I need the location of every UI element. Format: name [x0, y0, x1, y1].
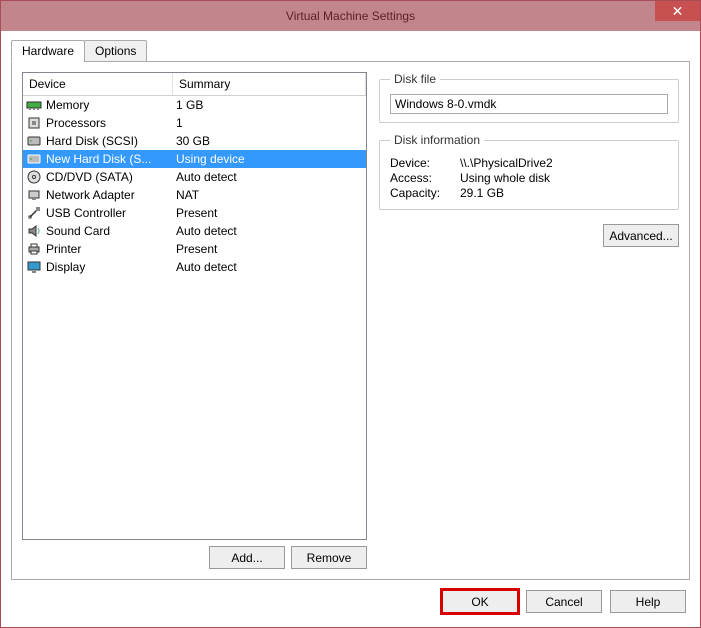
device-row[interactable]: Sound CardAuto detect	[23, 222, 366, 240]
device-row[interactable]: PrinterPresent	[23, 240, 366, 258]
column-device[interactable]: Device	[23, 73, 173, 95]
device-summary: 30 GB	[176, 134, 363, 148]
info-access-value: Using whole disk	[460, 171, 550, 185]
printer-icon	[26, 241, 42, 257]
info-capacity: Capacity: 29.1 GB	[390, 186, 668, 200]
cancel-button[interactable]: Cancel	[526, 590, 602, 613]
column-summary[interactable]: Summary	[173, 73, 366, 95]
disk-file-group: Disk file	[379, 72, 679, 123]
device-row[interactable]: CD/DVD (SATA)Auto detect	[23, 168, 366, 186]
device-summary: NAT	[176, 188, 363, 202]
device-name: Memory	[46, 98, 176, 112]
device-summary: Auto detect	[176, 170, 363, 184]
device-summary: 1	[176, 116, 363, 130]
device-name: Network Adapter	[46, 188, 176, 202]
device-name: CD/DVD (SATA)	[46, 170, 176, 184]
tab-options[interactable]: Options	[84, 40, 147, 62]
device-name: Hard Disk (SCSI)	[46, 134, 176, 148]
device-row[interactable]: Processors1	[23, 114, 366, 132]
tab-options-label: Options	[95, 44, 136, 58]
settings-window: Virtual Machine Settings ✕ Hardware Opti…	[0, 0, 701, 628]
right-pane: Disk file Disk information Device: \\.\P…	[379, 72, 679, 569]
device-summary: Using device	[176, 152, 363, 166]
remove-button[interactable]: Remove	[291, 546, 367, 569]
device-name: Processors	[46, 116, 176, 130]
net-icon	[26, 187, 42, 203]
add-button[interactable]: Add...	[209, 546, 285, 569]
info-capacity-value: 29.1 GB	[460, 186, 504, 200]
hdd-icon	[26, 133, 42, 149]
info-access-label: Access:	[390, 171, 460, 185]
hdd-icon	[26, 151, 42, 167]
titlebar: Virtual Machine Settings ✕	[1, 1, 700, 31]
device-summary: Present	[176, 242, 363, 256]
device-name: Sound Card	[46, 224, 176, 238]
close-icon: ✕	[672, 3, 684, 20]
device-list[interactable]: Device Summary Memory1 GBProcessors1Hard…	[22, 72, 367, 540]
list-header: Device Summary	[23, 73, 366, 96]
device-row[interactable]: Network AdapterNAT	[23, 186, 366, 204]
disk-file-legend: Disk file	[390, 72, 440, 86]
close-button[interactable]: ✕	[655, 1, 700, 21]
cpu-icon	[26, 115, 42, 131]
info-device: Device: \\.\PhysicalDrive2	[390, 156, 668, 170]
tab-panel: Device Summary Memory1 GBProcessors1Hard…	[11, 61, 690, 580]
device-name: Display	[46, 260, 176, 274]
device-row[interactable]: New Hard Disk (S...Using device	[23, 150, 366, 168]
advanced-row: Advanced...	[379, 224, 679, 247]
info-device-value: \\.\PhysicalDrive2	[460, 156, 553, 170]
list-buttons: Add... Remove	[22, 546, 367, 569]
disk-file-input[interactable]	[390, 94, 668, 114]
disk-info-legend: Disk information	[390, 133, 484, 147]
tab-hardware[interactable]: Hardware	[11, 40, 85, 62]
device-summary: Auto detect	[176, 260, 363, 274]
disk-info-group: Disk information Device: \\.\PhysicalDri…	[379, 133, 679, 210]
device-row[interactable]: USB ControllerPresent	[23, 204, 366, 222]
device-row[interactable]: Memory1 GB	[23, 96, 366, 114]
device-summary: Auto detect	[176, 224, 363, 238]
sound-icon	[26, 223, 42, 239]
device-summary: 1 GB	[176, 98, 363, 112]
tab-hardware-label: Hardware	[22, 44, 74, 58]
left-pane: Device Summary Memory1 GBProcessors1Hard…	[22, 72, 367, 569]
advanced-button[interactable]: Advanced...	[603, 224, 679, 247]
device-row[interactable]: DisplayAuto detect	[23, 258, 366, 276]
device-name: Printer	[46, 242, 176, 256]
device-row[interactable]: Hard Disk (SCSI)30 GB	[23, 132, 366, 150]
display-icon	[26, 259, 42, 275]
cd-icon	[26, 169, 42, 185]
info-device-label: Device:	[390, 156, 460, 170]
usb-icon	[26, 205, 42, 221]
tab-strip: Hardware Options	[11, 40, 690, 62]
device-name: New Hard Disk (S...	[46, 152, 176, 166]
info-capacity-label: Capacity:	[390, 186, 460, 200]
device-name: USB Controller	[46, 206, 176, 220]
footer: OK Cancel Help	[1, 580, 700, 627]
content-area: Hardware Options Device Summary Memory1 …	[1, 31, 700, 580]
window-title: Virtual Machine Settings	[286, 9, 415, 23]
memory-icon	[26, 97, 42, 113]
ok-button[interactable]: OK	[442, 590, 518, 613]
info-access: Access: Using whole disk	[390, 171, 668, 185]
device-summary: Present	[176, 206, 363, 220]
help-button[interactable]: Help	[610, 590, 686, 613]
